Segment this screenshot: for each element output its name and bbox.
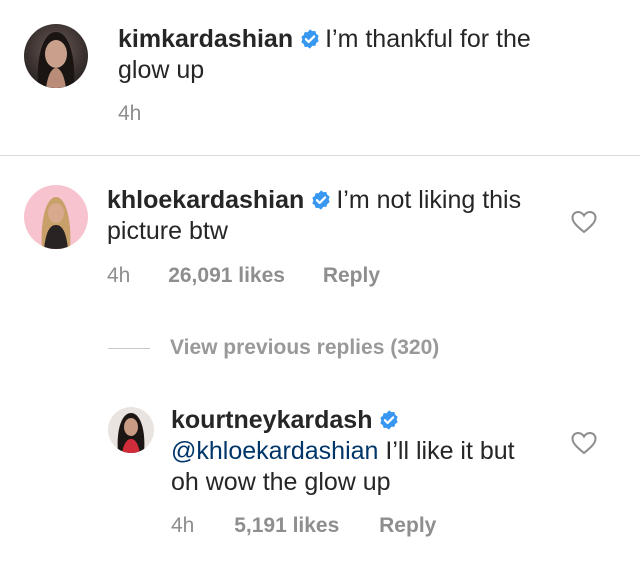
verified-badge-icon (310, 189, 332, 211)
comment-username[interactable]: kimkardashian (118, 25, 293, 53)
comment-time: 4h (118, 102, 142, 125)
mention-link[interactable]: @khloekardashian (171, 437, 378, 465)
reply-meta: 4h 5,191 likes Reply (171, 514, 436, 538)
replies-divider-line (108, 347, 150, 349)
verified-badge-icon (299, 28, 321, 50)
comment-time: 4h (107, 264, 131, 287)
avatar[interactable] (108, 407, 154, 453)
comment-text: kimkardashian I’m thankful for the glow u… (118, 24, 558, 86)
heart-icon[interactable] (571, 210, 597, 234)
comment-text: khloekardashian I’m not liking this pictu… (107, 185, 537, 247)
reply-button[interactable]: Reply (323, 264, 380, 288)
comment-username[interactable]: khloekardashian (107, 186, 304, 214)
verified-badge-icon (378, 409, 400, 431)
comment-meta: 4h 26,091 likes Reply (107, 264, 380, 288)
reply-text: kourtneykardash @khloekardashian I’ll li… (171, 405, 541, 498)
likes-count[interactable]: 5,191 likes (234, 514, 339, 538)
divider (0, 155, 640, 156)
reply-time: 4h (171, 514, 195, 537)
heart-icon[interactable] (571, 431, 597, 455)
view-previous-replies-label: View previous replies (320) (170, 336, 440, 359)
reply-username[interactable]: kourtneykardash (171, 406, 372, 434)
avatar[interactable] (24, 185, 88, 249)
avatar-kimkardashian (24, 24, 88, 88)
avatar-kourtneykardash (108, 407, 154, 453)
view-previous-replies-button[interactable]: View previous replies (320) (108, 335, 439, 361)
avatar[interactable] (24, 24, 88, 88)
likes-count[interactable]: 26,091 likes (168, 264, 285, 288)
reply-button[interactable]: Reply (379, 514, 436, 538)
comment-meta: 4h (118, 102, 141, 126)
avatar-khloekardashian (24, 185, 88, 249)
